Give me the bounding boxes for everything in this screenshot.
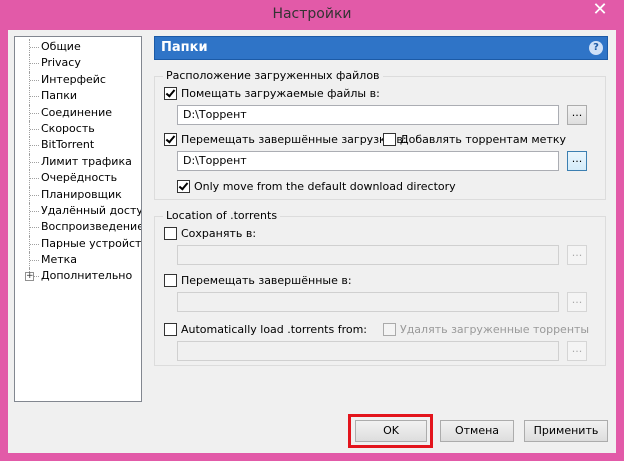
checkbox-label: Перемещать завершённые в:	[181, 274, 352, 287]
tree-item-interface[interactable]: Интерфейс	[15, 71, 141, 89]
move-completed-torrents-browse-button[interactable]: ...	[567, 292, 587, 312]
tree-item-label: Папки	[41, 89, 77, 103]
tree-item-advanced[interactable]: + Дополнительно	[15, 268, 141, 284]
checkbox-label: Сохранять в:	[181, 227, 257, 240]
panel-title: Папки	[161, 40, 208, 55]
panel-header: Папки ?	[154, 36, 608, 60]
checkbox-box[interactable]	[164, 227, 177, 240]
tree-item-label: Соединение	[41, 105, 113, 119]
tree-item-label: Парные устройства	[41, 236, 142, 250]
window-title: Настройки	[272, 6, 352, 22]
ok-button[interactable]: OK	[355, 420, 427, 442]
only-move-default-checkbox[interactable]: Only move from the default download dire…	[177, 180, 456, 193]
tree-item-scheduler[interactable]: Планировщик	[15, 186, 141, 204]
autoload-torrents-browse-button[interactable]: ...	[567, 341, 587, 361]
tree-item-paired-devices[interactable]: Парные устройства	[15, 235, 142, 253]
tree-item-label: Общие	[41, 40, 81, 53]
tree-item-label: Воспроизведение	[41, 220, 142, 234]
checkbox-box[interactable]	[164, 87, 177, 100]
tree-item-playback[interactable]: Воспроизведение	[15, 219, 142, 237]
help-icon[interactable]: ?	[589, 41, 603, 55]
append-label-checkbox[interactable]: Добавлять торрентам метку	[383, 133, 566, 146]
window-frame: Настройки ✕ Общие Privacy Интерфейс Папк…	[0, 0, 624, 461]
checkbox-box[interactable]	[164, 133, 177, 146]
tree-item-label: Скорость	[41, 121, 95, 135]
tree-item-label: Privacy	[41, 56, 81, 70]
tree-item-privacy[interactable]: Privacy	[15, 55, 141, 73]
move-completed-path-field[interactable]: D:\Торрент	[177, 151, 559, 171]
tree-item-queueing[interactable]: Очерёдность	[15, 170, 141, 187]
put-new-browse-button[interactable]: ...	[567, 105, 587, 125]
checkbox-box[interactable]	[164, 323, 177, 336]
move-completed-torrents-path-field[interactable]	[177, 292, 559, 312]
tree-item-label: Планировщик	[41, 187, 122, 201]
checkbox-box[interactable]	[177, 180, 190, 193]
store-torrents-checkbox[interactable]: Сохранять в:	[164, 227, 256, 240]
tree-item-label: Удалённый доступ	[41, 203, 142, 217]
expand-plus-icon[interactable]: +	[25, 272, 34, 282]
store-torrents-browse-button[interactable]: ...	[567, 245, 587, 265]
delete-loaded-torrents-checkbox[interactable]: Удалять загруженные торренты	[383, 323, 589, 336]
tree-item-label: Лимит трафика	[41, 154, 132, 168]
autoload-torrents-checkbox[interactable]: Automatically load .torrents from:	[164, 323, 367, 336]
checkbox-label: Удалять загруженные торренты	[400, 323, 590, 336]
downloads-location-group: Расположение загруженных файлов Помещать…	[154, 69, 606, 200]
settings-tree[interactable]: Общие Privacy Интерфейс Папки Соединение…	[14, 36, 142, 402]
store-torrents-path-field[interactable]	[177, 245, 559, 265]
tree-item-label-settings[interactable]: Метка	[15, 252, 141, 269]
move-completed-checkbox[interactable]: Перемещать завершённые загрузки в:	[164, 133, 407, 146]
tree-item-connection[interactable]: Соединение	[15, 104, 141, 122]
tree-item-speed[interactable]: Скорость	[15, 120, 141, 138]
torrents-location-group: Location of .torrents Сохранять в: ... П…	[154, 209, 606, 366]
tree-item-label: Очерёдность	[41, 171, 118, 185]
tree-item-folders[interactable]: Папки	[15, 88, 141, 105]
checkbox-box[interactable]	[164, 274, 177, 287]
checkbox-label: Automatically load .torrents from:	[181, 323, 368, 336]
autoload-torrents-path-field[interactable]	[177, 341, 559, 361]
checkbox-label: Помещать загружаемые файлы в:	[181, 87, 380, 100]
checkbox-label: Добавлять торрентам метку	[400, 133, 566, 146]
tree-item-label: Интерфейс	[41, 72, 106, 86]
tree-item-label: Дополнительно	[41, 269, 133, 283]
tree-item-label: BitTorrent	[41, 138, 95, 152]
close-icon[interactable]: ✕	[582, 0, 618, 20]
move-completed-browse-button[interactable]: ...	[567, 151, 587, 171]
put-new-path-field[interactable]: D:\Торрент	[177, 105, 559, 125]
tree-item-general[interactable]: Общие	[15, 39, 141, 56]
checkbox-label: Перемещать завершённые загрузки в:	[181, 133, 407, 146]
move-completed-torrents-checkbox[interactable]: Перемещать завершённые в:	[164, 274, 352, 287]
checkbox-label: Only move from the default download dire…	[194, 180, 456, 193]
tree-item-label: Метка	[41, 253, 78, 267]
apply-button[interactable]: Применить	[524, 420, 608, 442]
folders-panel: Папки ? Расположение загруженных файлов …	[154, 36, 608, 402]
dialog-client: Общие Privacy Интерфейс Папки Соединение…	[8, 30, 616, 453]
group-title: Расположение загруженных файлов	[163, 69, 383, 82]
tree-item-bittorrent[interactable]: BitTorrent	[15, 137, 141, 155]
checkbox-box[interactable]	[383, 323, 396, 336]
tree-item-remote[interactable]: Удалённый доступ	[15, 202, 142, 220]
checkbox-box[interactable]	[383, 133, 396, 146]
cancel-button[interactable]: Отмена	[440, 420, 514, 442]
group-title: Location of .torrents	[163, 209, 281, 222]
tree-item-traffic-limit[interactable]: Лимит трафика	[15, 153, 141, 171]
put-new-downloads-checkbox[interactable]: Помещать загружаемые файлы в:	[164, 87, 380, 100]
